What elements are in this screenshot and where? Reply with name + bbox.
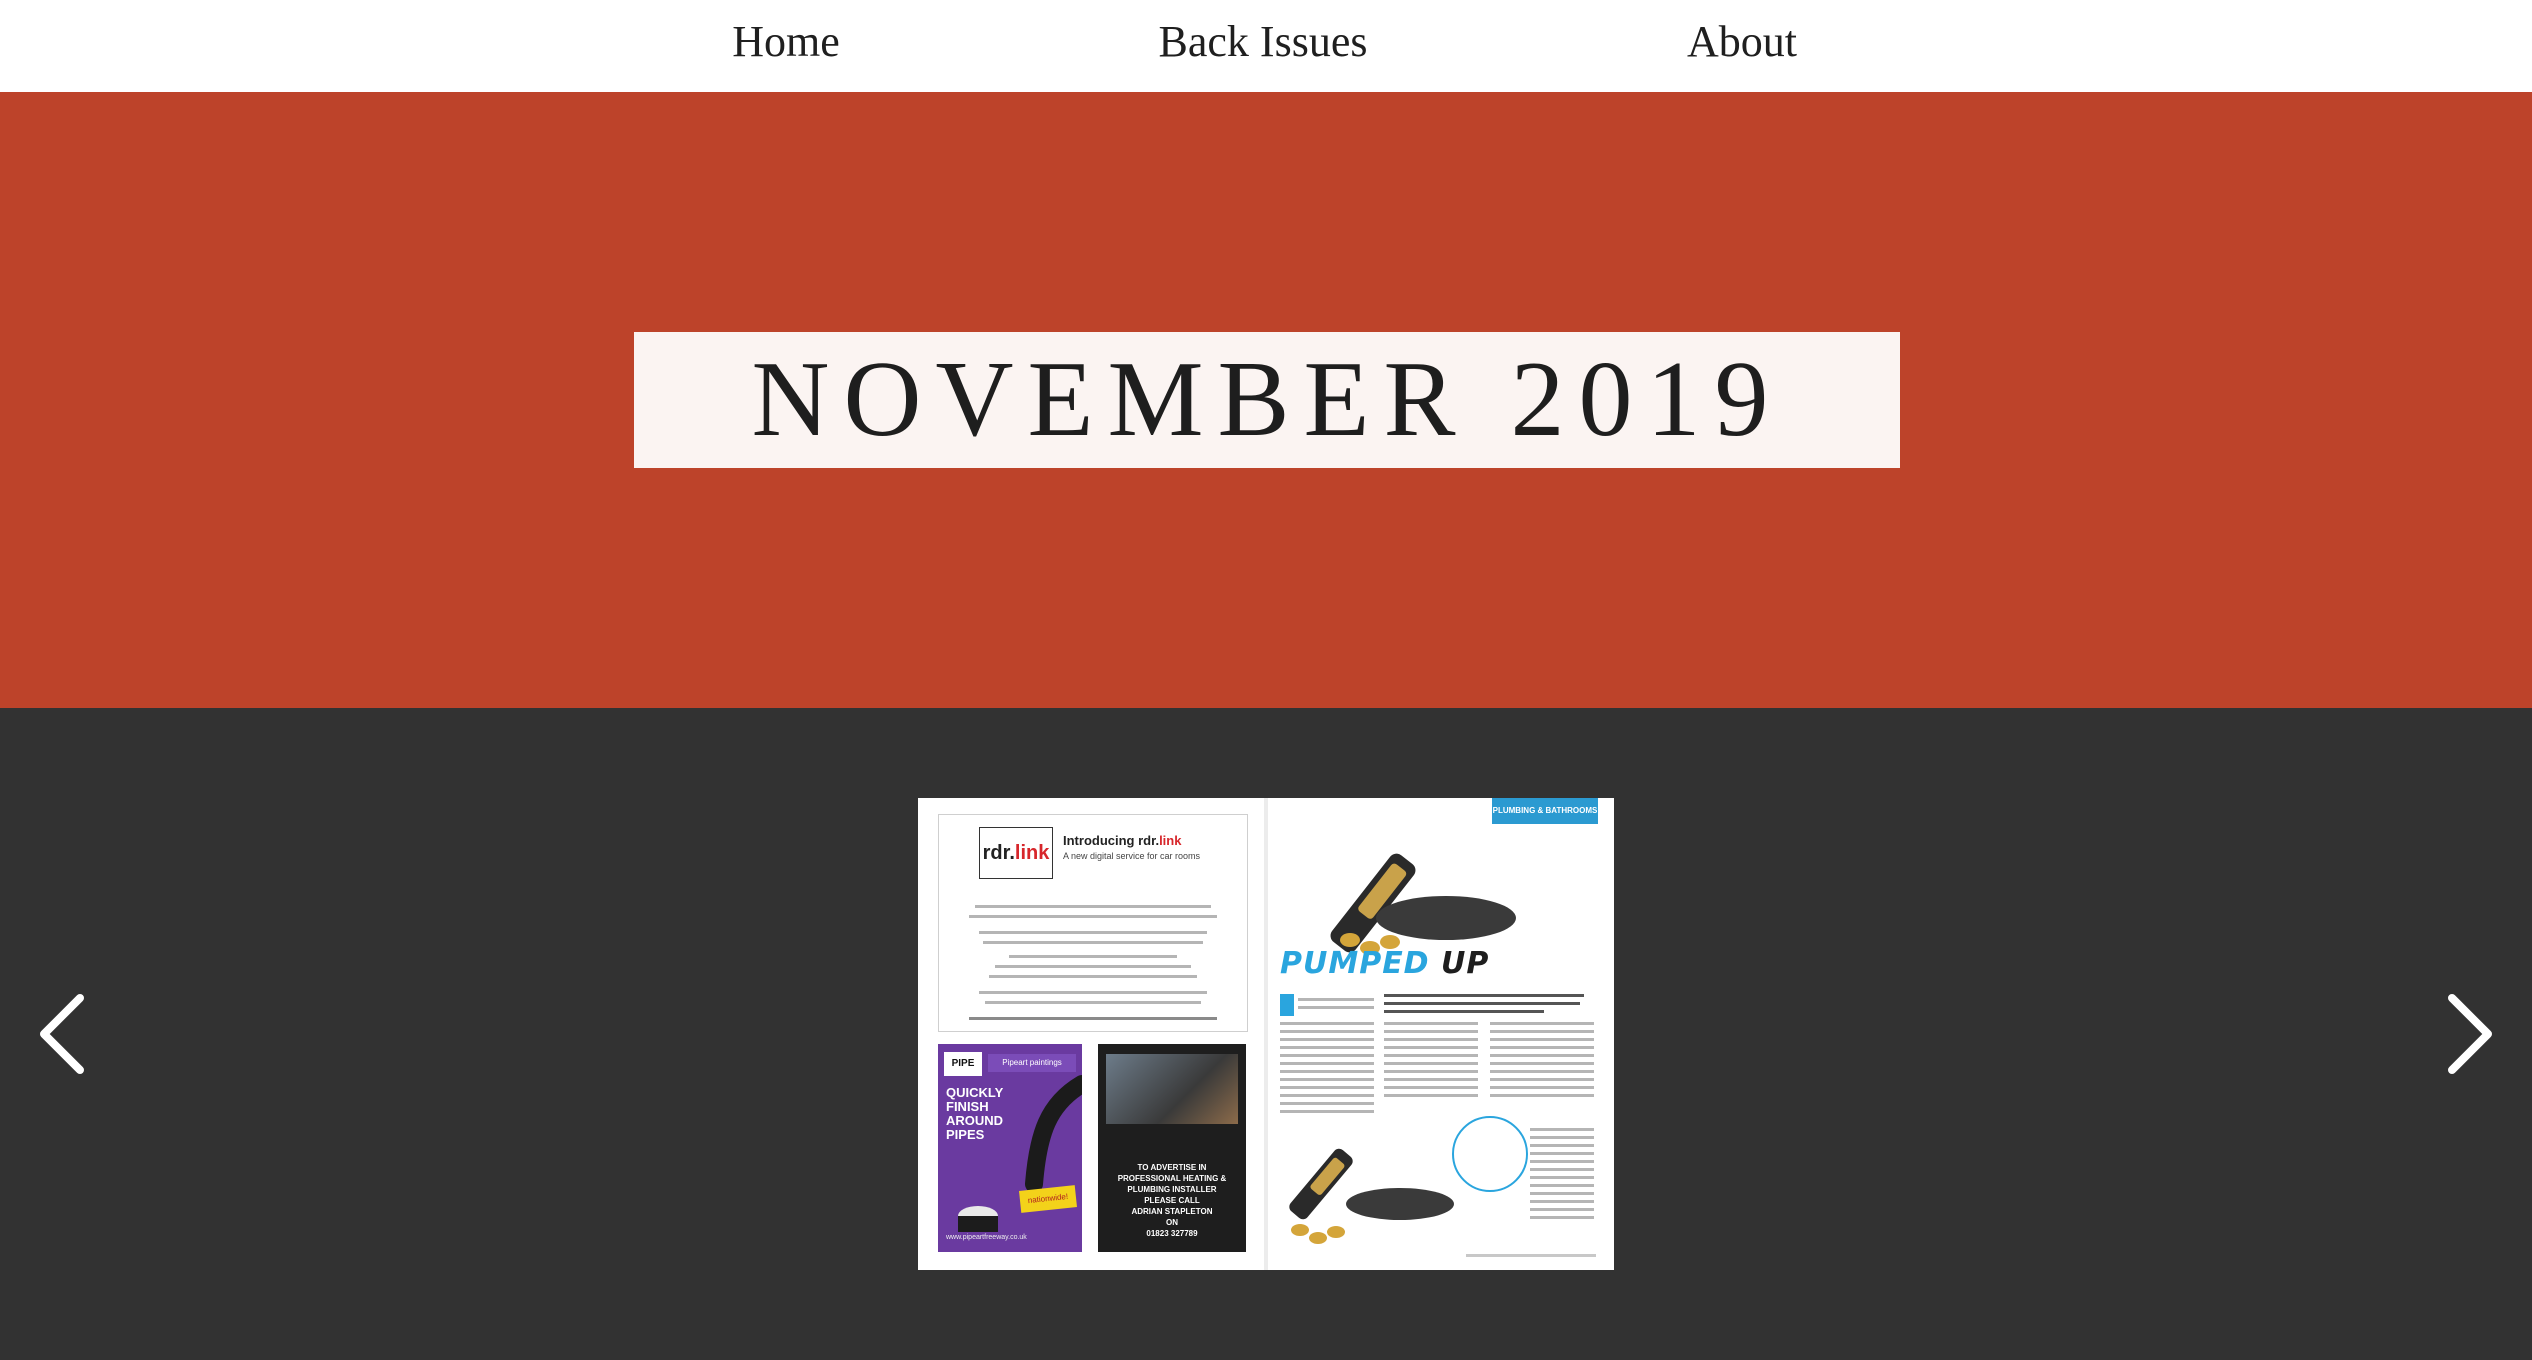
article-headline: PUMPED UP xyxy=(1280,946,1489,981)
article-standfirst-line xyxy=(1384,994,1584,997)
article-body-line xyxy=(1298,998,1374,1001)
advert-text-line xyxy=(979,931,1207,934)
article-body-line xyxy=(1490,1054,1594,1057)
advert-text-line xyxy=(985,1001,1201,1004)
issue-title: NOVEMBER 2019 xyxy=(751,340,1783,459)
nav-about-link[interactable]: About xyxy=(1687,16,1797,67)
rdr-link-advert: rdr. link Introducing rdr.link A new digi… xyxy=(938,814,1248,1032)
nav-back-issues-link[interactable]: Back Issues xyxy=(1159,16,1368,67)
article-body-line xyxy=(1530,1184,1594,1187)
article-body-line xyxy=(1384,1054,1478,1057)
gallery-prev-button[interactable] xyxy=(30,986,94,1082)
article-body-line xyxy=(1530,1152,1594,1155)
article-body-line xyxy=(1280,1102,1374,1105)
rdr-link-logo: rdr. link xyxy=(979,827,1053,879)
article-body-line xyxy=(1530,1176,1594,1179)
page-footer-line xyxy=(1466,1254,1596,1257)
article-body-line xyxy=(1530,1160,1594,1163)
article-body-line xyxy=(1490,1070,1594,1073)
article-standfirst-line xyxy=(1384,1002,1580,1005)
article-body-line xyxy=(1280,1038,1374,1041)
article-body-line xyxy=(1384,1086,1478,1089)
article-body-line xyxy=(1280,1030,1374,1033)
advert-heading: Introducing rdr.link xyxy=(1063,833,1181,848)
spread-right-page: PLUMBING & BATHROOMS PUMPED UP xyxy=(1266,798,1614,1270)
article-body-line xyxy=(1490,1046,1594,1049)
article-body-line xyxy=(1490,1022,1594,1025)
article-body-line xyxy=(1384,1030,1478,1033)
pipe-advert: PIPE Pipeart paintings QUICKLY FINISH AR… xyxy=(938,1044,1082,1252)
article-body-line xyxy=(1490,1094,1594,1097)
article-body-line xyxy=(1490,1030,1594,1033)
article-body-line xyxy=(1384,1078,1478,1081)
article-body-line xyxy=(1530,1136,1594,1139)
advert-subheading: A new digital service for car rooms xyxy=(1063,851,1201,861)
advert-text-line xyxy=(983,941,1203,944)
article-body-line xyxy=(1530,1208,1594,1211)
advert-text-line xyxy=(1009,955,1177,958)
article-body-line xyxy=(1280,1046,1374,1049)
advert-heading-main: Introducing rdr. xyxy=(1063,833,1160,848)
article-body-line xyxy=(1530,1216,1594,1219)
article-body-line xyxy=(1530,1168,1594,1171)
article-body-line xyxy=(1280,1086,1374,1089)
advert-text-line xyxy=(975,905,1211,908)
logo-text-main: rdr. xyxy=(982,841,1015,864)
advert-text-line xyxy=(969,1017,1217,1020)
article-body-line xyxy=(1384,1046,1478,1049)
article-body-line xyxy=(1280,1078,1374,1081)
chevron-right-icon xyxy=(2448,994,2492,1074)
article-body-line xyxy=(1530,1192,1594,1195)
logo-text-accent: link xyxy=(1014,841,1050,864)
article-body-line xyxy=(1280,1070,1374,1073)
article-body-line xyxy=(1384,1022,1478,1025)
article-body-line xyxy=(1280,1062,1374,1065)
advertise-text: TO ADVERTISE IN PROFESSIONAL HEATING & P… xyxy=(1117,1163,1227,1238)
article-headline-main: PUMPED xyxy=(1280,946,1430,981)
chevron-left-icon xyxy=(40,994,84,1074)
advertise-magazine-covers xyxy=(1106,1054,1238,1124)
article-body-line xyxy=(1280,1094,1374,1097)
article-body-line xyxy=(1384,1070,1478,1073)
pump-product-image-lower xyxy=(1289,1148,1454,1244)
article-body-line xyxy=(1280,1054,1374,1057)
advert-text-line xyxy=(995,965,1191,968)
spread-left-page: rdr. link Introducing rdr.link A new digi… xyxy=(918,798,1266,1270)
gallery-next-button[interactable] xyxy=(2438,986,2502,1082)
article-headline-accent: UP xyxy=(1441,946,1490,981)
issue-title-box: NOVEMBER 2019 xyxy=(634,332,1900,468)
article-body-line xyxy=(1280,1110,1374,1113)
article-body-line xyxy=(1298,1006,1374,1009)
pipe-illustration xyxy=(958,1075,1082,1232)
article-dropcap xyxy=(1280,994,1294,1016)
article-body-line xyxy=(1530,1128,1594,1131)
article-body-line xyxy=(1490,1078,1594,1081)
article-body-line xyxy=(1384,1062,1478,1065)
advert-text-line xyxy=(989,975,1197,978)
top-navigation: Home Back Issues About xyxy=(0,0,2532,92)
advert-text-line xyxy=(979,991,1207,994)
article-body-line xyxy=(1384,1038,1478,1041)
article-body-line xyxy=(1490,1062,1594,1065)
article-body-line xyxy=(1530,1144,1594,1147)
article-body-line xyxy=(1280,1022,1374,1025)
advertise-box: TO ADVERTISE IN PROFESSIONAL HEATING & P… xyxy=(1098,1044,1246,1252)
article-body-line xyxy=(1490,1086,1594,1089)
article-body-line xyxy=(1530,1200,1594,1203)
pipe-advert-url: www.pipeartfreeway.co.uk xyxy=(946,1234,1027,1241)
article-standfirst-line xyxy=(1384,1010,1544,1013)
article-body-line xyxy=(1490,1038,1594,1041)
advert-text-line xyxy=(969,915,1217,918)
nav-home-link[interactable]: Home xyxy=(732,16,840,67)
advert-heading-accent: link xyxy=(1159,833,1182,848)
article-body-line xyxy=(1384,1094,1478,1097)
magazine-spread-image[interactable]: rdr. link Introducing rdr.link A new digi… xyxy=(918,798,1614,1270)
